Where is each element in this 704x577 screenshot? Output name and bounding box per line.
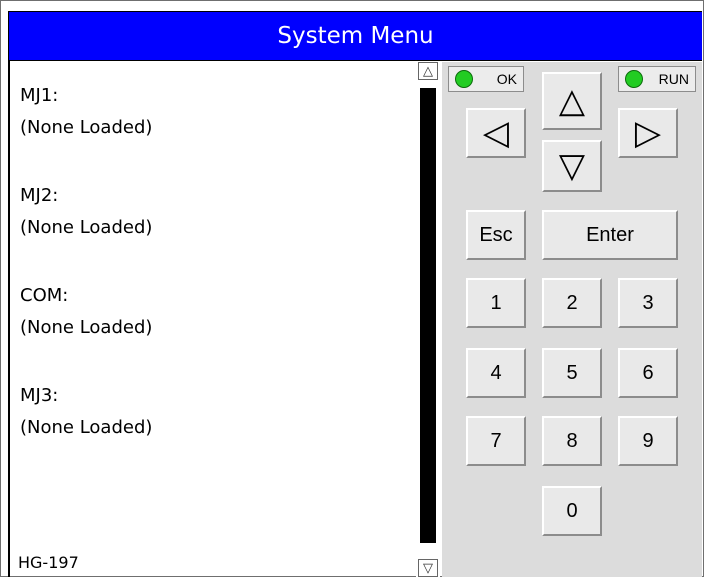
key-label: 7 [490, 429, 502, 452]
list-item[interactable]: MJ2: (None Loaded) [20, 180, 410, 244]
led-ok-icon [455, 70, 473, 88]
key-label: 6 [642, 361, 654, 384]
key-label: 9 [642, 429, 654, 452]
key-2-button[interactable]: 2 [542, 278, 602, 328]
key-label: 3 [642, 291, 654, 314]
arrow-right-icon: ▷ [634, 114, 662, 152]
key-1-button[interactable]: 1 [466, 278, 526, 328]
key-8-button[interactable]: 8 [542, 416, 602, 466]
entry-label: MJ3: [20, 385, 59, 406]
entry-label: MJ1: [20, 85, 59, 106]
scroll-down-button[interactable]: ▽ [418, 559, 438, 577]
key-7-button[interactable]: 7 [466, 416, 526, 466]
triangle-down-icon: ▽ [423, 560, 433, 576]
arrow-left-icon: ◁ [482, 114, 510, 152]
keypad-panel: OK RUN △ ◁ ▷ ▽ Esc Enter 1 2 3 4 5 6 7 8 [442, 62, 702, 577]
scroll-thumb[interactable] [420, 88, 436, 543]
title-bar: System Menu [9, 11, 702, 61]
list-item[interactable]: COM: (None Loaded) [20, 280, 410, 344]
esc-label: Esc [479, 223, 513, 246]
enter-label: Enter [586, 223, 634, 246]
key-3-button[interactable]: 3 [618, 278, 678, 328]
enter-button[interactable]: Enter [542, 210, 678, 260]
key-4-button[interactable]: 4 [466, 348, 526, 398]
key-label: 8 [566, 429, 578, 452]
list-item[interactable]: MJ1: (None Loaded) [20, 80, 410, 144]
run-label: RUN [658, 71, 689, 87]
ok-indicator: OK [448, 66, 524, 92]
key-label: 4 [490, 361, 502, 384]
arrow-down-icon: ▽ [558, 147, 586, 185]
key-5-button[interactable]: 5 [542, 348, 602, 398]
key-label: 5 [566, 361, 578, 384]
key-6-button[interactable]: 6 [618, 348, 678, 398]
run-indicator: RUN [618, 66, 696, 92]
arrow-up-icon: △ [558, 82, 586, 120]
led-run-icon [625, 70, 643, 88]
entry-label: COM: [20, 285, 69, 306]
scroll-up-button[interactable]: △ [418, 62, 438, 80]
model-label: HG-197 [18, 553, 79, 572]
page-title: System Menu [277, 23, 434, 49]
left-arrow-button[interactable]: ◁ [466, 108, 526, 158]
right-arrow-button[interactable]: ▷ [618, 108, 678, 158]
entry-value: (None Loaded) [20, 217, 153, 238]
key-label: 2 [566, 291, 578, 314]
entry-label: MJ2: [20, 185, 59, 206]
down-arrow-button[interactable]: ▽ [542, 140, 602, 192]
scrollbar[interactable]: △ ▽ [416, 62, 440, 577]
list-item[interactable]: MJ3: (None Loaded) [20, 380, 410, 444]
module-list: MJ1: (None Loaded) MJ2: (None Loaded) CO… [20, 80, 410, 480]
up-arrow-button[interactable]: △ [542, 72, 602, 130]
key-label: 1 [490, 291, 502, 314]
key-label: 0 [566, 499, 578, 522]
entry-value: (None Loaded) [20, 117, 153, 138]
key-9-button[interactable]: 9 [618, 416, 678, 466]
triangle-up-icon: △ [423, 63, 433, 79]
entry-value: (None Loaded) [20, 317, 153, 338]
esc-button[interactable]: Esc [466, 210, 526, 260]
entry-value: (None Loaded) [20, 417, 153, 438]
ok-label: OK [496, 71, 517, 87]
key-0-button[interactable]: 0 [542, 486, 602, 536]
left-border [8, 11, 10, 577]
